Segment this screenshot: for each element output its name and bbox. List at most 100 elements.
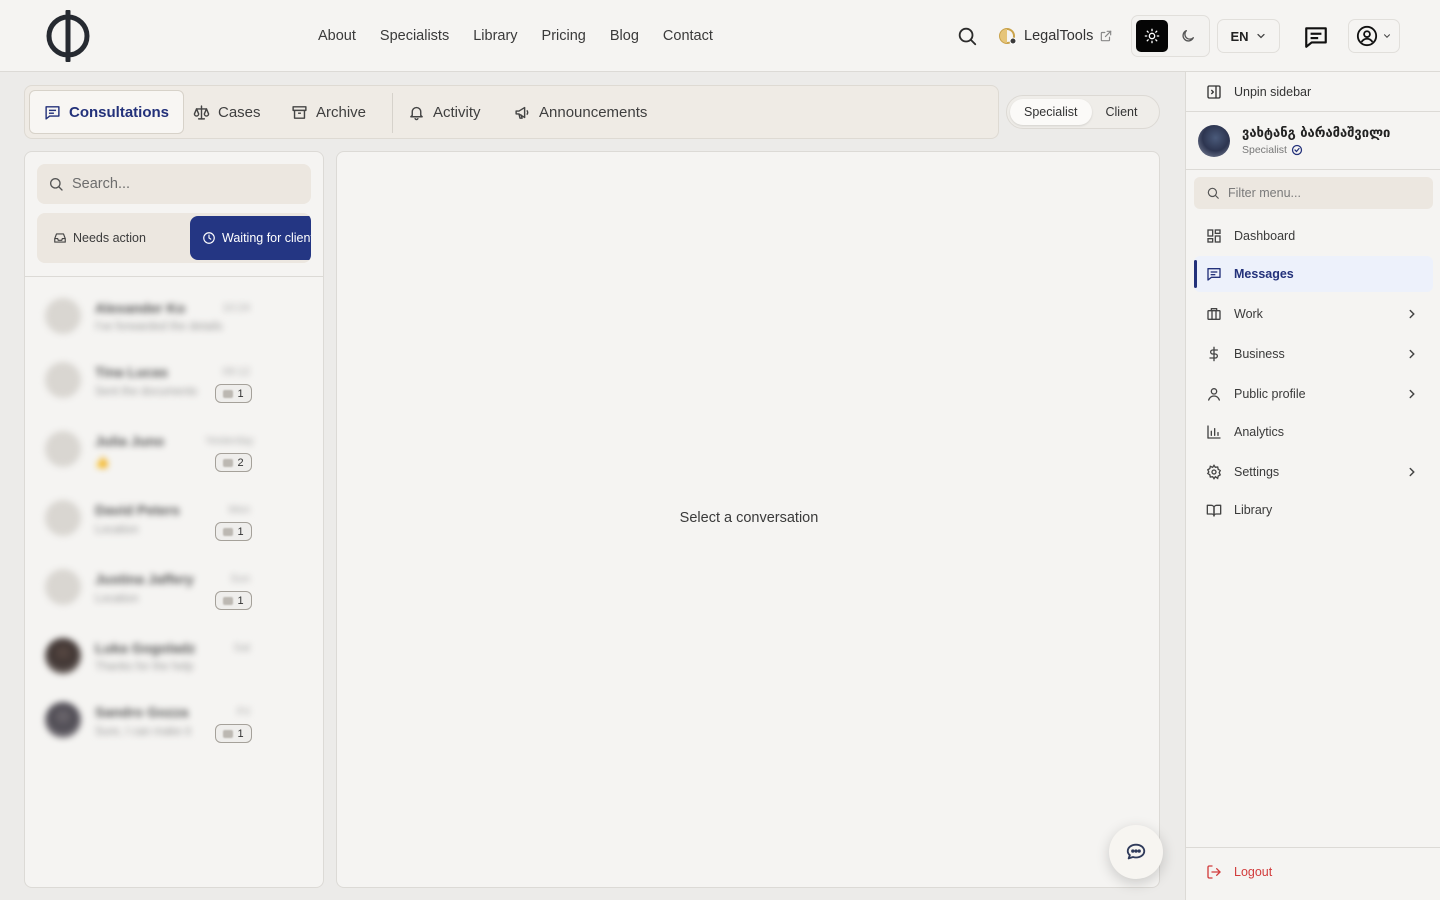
theme-switcher <box>1131 15 1210 57</box>
conversation-item[interactable]: Tina Lucas 09:12 Sent the documents 1 <box>25 350 323 410</box>
role-toggle: Specialist Client <box>1006 95 1160 129</box>
language-selector[interactable]: EN <box>1217 19 1280 53</box>
legaltools-link[interactable]: LegalTools <box>998 26 1113 46</box>
scale-icon <box>193 104 210 121</box>
tab-consultations[interactable]: Consultations <box>29 90 184 134</box>
chevron-right-icon <box>1405 307 1419 321</box>
conversation-search <box>37 164 311 204</box>
logout-label: Logout <box>1234 865 1273 879</box>
chevron-right-icon <box>1405 465 1419 479</box>
conversation-name: Sandro Gozza <box>95 704 189 720</box>
tab-archive[interactable]: Archive <box>277 90 380 134</box>
filter-waiting-for-client[interactable]: Waiting for client 7 <box>190 216 311 260</box>
nav-link-pricing[interactable]: Pricing <box>542 28 586 44</box>
role-option-specialist[interactable]: Specialist <box>1010 99 1092 125</box>
menu-filter-input[interactable] <box>1228 186 1418 200</box>
conversation-name: Tina Lucas <box>95 364 168 380</box>
conversation-item[interactable]: David Peters Mon Location 1 <box>25 488 323 548</box>
messages-icon[interactable] <box>1303 24 1329 50</box>
unpin-sidebar-button[interactable]: Unpin sidebar <box>1186 72 1440 112</box>
avatar <box>45 638 81 674</box>
sidebar-item-label: Library <box>1234 503 1273 517</box>
unread-count: 1 <box>237 525 244 538</box>
conversation-time: Sun <box>230 573 250 585</box>
light-theme-button[interactable] <box>1136 20 1168 52</box>
tab-cases[interactable]: Cases <box>179 90 275 134</box>
unread-badge: 1 <box>215 724 252 743</box>
chevron-right-icon <box>1405 387 1419 401</box>
sidebar-item-label: Public profile <box>1234 387 1306 401</box>
sidebar-item-library[interactable]: Library <box>1194 492 1433 528</box>
logout-icon <box>1206 864 1222 880</box>
sidebar-item-settings[interactable]: Settings <box>1194 454 1433 490</box>
nav-link-library[interactable]: Library <box>473 28 517 44</box>
dark-theme-button[interactable] <box>1172 20 1204 52</box>
chevron-down-icon <box>1382 31 1392 41</box>
unread-count: 1 <box>237 594 244 607</box>
unread-count: 1 <box>237 387 244 400</box>
role-option-client[interactable]: Client <box>1092 99 1152 125</box>
search-icon[interactable] <box>956 25 978 47</box>
tab-label: Announcements <box>539 103 648 121</box>
conversation-item[interactable]: Justina Jaffery Sun Location 1 <box>25 557 323 617</box>
clock-icon <box>202 231 216 245</box>
unread-badge: 1 <box>215 591 252 610</box>
profile-role-label: Specialist <box>1242 144 1287 156</box>
tab-announcements[interactable]: Announcements <box>500 90 661 134</box>
chat-bubble-icon <box>1125 841 1147 863</box>
nav-link-specialists[interactable]: Specialists <box>380 28 449 44</box>
conversation-item[interactable]: Sandro Gozza Fri Sure, I can make it 1 <box>25 690 323 750</box>
conversation-filters: Needs action Waiting for client 7 <box>37 213 311 263</box>
conversation-preview: Sure, I can make it <box>95 726 191 738</box>
search-icon <box>48 176 64 192</box>
sidebar-item-label: Business <box>1234 347 1285 361</box>
external-link-icon <box>1099 29 1113 43</box>
sidebar-item-business[interactable]: Business <box>1194 336 1433 372</box>
logout-button[interactable]: Logout <box>1206 864 1272 880</box>
conversation-name: David Peters <box>95 502 180 518</box>
moon-icon <box>1180 28 1196 44</box>
brand-logo[interactable] <box>44 8 92 64</box>
megaphone-icon <box>514 104 531 121</box>
conversation-list-panel: Needs action Waiting for client 7 Alexan… <box>24 151 324 888</box>
sidebar-item-public-profile[interactable]: Public profile <box>1194 376 1433 412</box>
conversation-time: Fri <box>237 706 250 718</box>
sidebar-item-messages[interactable]: Messages <box>1194 256 1433 292</box>
avatar <box>45 362 81 398</box>
filter-label: Waiting for client <box>222 231 311 245</box>
sidebar-item-dashboard[interactable]: Dashboard <box>1194 218 1433 254</box>
search-icon <box>1206 186 1220 200</box>
conversation-search-input[interactable] <box>72 176 282 192</box>
tab-label: Consultations <box>69 103 169 121</box>
sidebar-item-label: Dashboard <box>1234 229 1296 243</box>
chat-fab-button[interactable] <box>1109 825 1163 879</box>
conversation-view: Select a conversation <box>336 151 1160 888</box>
conversation-name: Alexander Ko <box>95 300 186 316</box>
sidebar-item-analytics[interactable]: Analytics <box>1194 414 1433 450</box>
conversation-item[interactable]: Julia Juno Yesterday 👍 2 <box>25 419 323 479</box>
nav-link-contact[interactable]: Contact <box>663 28 713 44</box>
nav-link-about[interactable]: About <box>318 28 356 44</box>
conversation-item[interactable]: Luka Gogoladze Sat Thanks for the help <box>25 626 323 686</box>
sidebar-item-work[interactable]: Work <box>1194 296 1433 332</box>
conversation-time: Mon <box>228 504 250 516</box>
conversation-preview: Thanks for the help <box>95 661 194 673</box>
nav-link-blog[interactable]: Blog <box>610 28 639 44</box>
avatar <box>1198 125 1230 157</box>
message-icon <box>223 458 234 467</box>
briefcase-icon <box>1206 306 1222 322</box>
profile-card[interactable]: ვახტანგ ბარამაშვილი Specialist <box>1186 113 1440 170</box>
user-menu-button[interactable] <box>1348 19 1400 53</box>
legaltools-label: LegalTools <box>1024 28 1094 44</box>
avatar <box>45 431 81 467</box>
message-square-icon <box>44 104 61 121</box>
conversation-preview: Location <box>95 593 139 605</box>
empty-state-message: Select a conversation <box>679 510 819 526</box>
chevron-down-icon <box>1255 30 1267 42</box>
avatar <box>45 298 81 334</box>
profile-role: Specialist <box>1242 144 1303 156</box>
conversation-item[interactable]: Alexander Ko 10:24 I've forwarded the de… <box>25 286 323 346</box>
unread-badge: 1 <box>215 384 252 403</box>
tab-activity[interactable]: Activity <box>394 90 495 134</box>
filter-needs-action[interactable]: Needs action <box>41 216 158 260</box>
